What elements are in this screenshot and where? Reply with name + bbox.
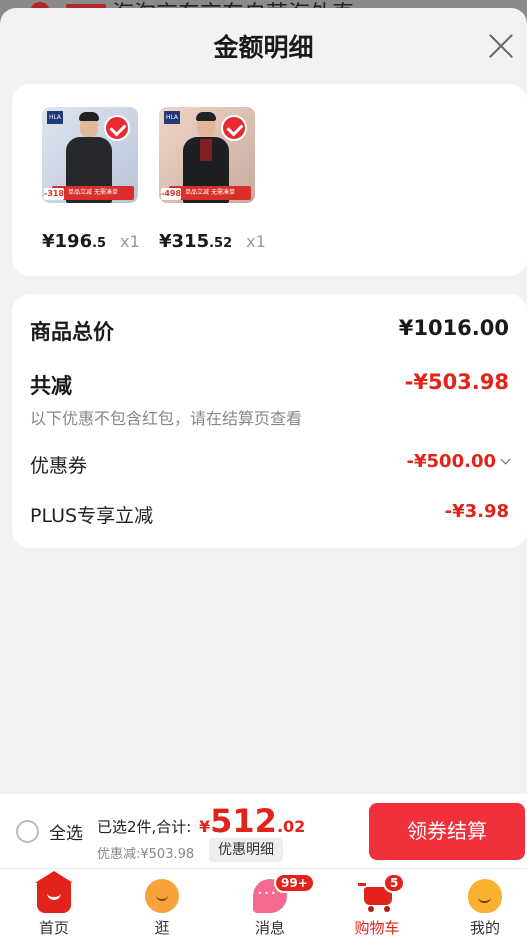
discount-note: 以下优惠不包含红包，请在结算页查看 [30,409,303,428]
price-cut-tag: -498 [161,188,182,200]
cart-handle [358,883,366,886]
price-decimal: .52 [209,236,233,251]
tab-label: 逛 [154,919,170,937]
product-image[interactable]: HLA 单品立减 无需凑单 -498 [159,107,255,203]
coupon-amount: -¥500.00 [406,451,496,472]
total-currency: ¥ [199,817,211,836]
plus-discount-row: PLUS专享立减 -¥3.98 [30,501,509,529]
product-price: ¥196.5 x1 [42,231,140,252]
coupon-label: 优惠券 [30,455,88,477]
tab-label: 消息 [254,919,285,937]
discount-summary-text: 优惠减:¥503.98 [97,847,195,862]
tab-label: 我的 [469,919,500,937]
tab-cart[interactable]: 5 购物车 [337,869,417,944]
product-price: ¥315.52 x1 [159,231,266,252]
tab-label: 首页 [38,919,69,937]
checked-icon[interactable] [221,115,247,141]
profile-icon [468,879,502,913]
price-cut-tag: -318 [44,188,65,200]
coupon-row[interactable]: 优惠券 -¥500.00 [30,451,511,479]
checked-icon[interactable] [104,115,130,141]
tab-label: 购物车 [354,919,400,937]
checkout-bar: 全选 已选2件,合计: ¥512.02 优惠减:¥503.98 优惠明细 领券结… [0,794,527,868]
discount-row: 共减 -¥503.98 [30,370,509,400]
total-price-row: 商品总价 ¥1016.00 [30,316,509,346]
checkout-button[interactable]: 领券结算 [369,803,525,860]
price-decimal: .5 [92,236,107,251]
cart-badge: 5 [383,873,406,893]
price-integer: ¥196 [42,231,93,252]
product-list: HLA 单品立减 无需凑单 -318 ¥196.5 x1 HLA 单品立减 无需凑… [12,84,527,276]
bottom-tab-bar: 首页 逛 99+ 消息 5 购物车 我的 [0,868,527,944]
total-amount: ¥512.02 [199,802,305,840]
close-icon[interactable] [487,32,515,60]
model-inner-shirt [200,139,212,161]
promo-banner: 单品立减 无需凑单 [52,186,134,200]
message-badge: 99+ [274,873,315,893]
sheet-title: 金额明细 [213,33,314,62]
model-hair [196,112,216,121]
plus-discount-value: -¥3.98 [444,501,509,522]
chevron-down-icon[interactable] [500,454,511,465]
plus-discount-label: PLUS专享立减 [30,505,154,527]
home-icon [35,871,73,913]
discount-detail-button[interactable]: 优惠明细 [209,838,283,862]
select-all-label[interactable]: 全选 [49,819,83,844]
tab-messages[interactable]: 99+ 消息 [230,869,315,944]
tab-profile[interactable]: 我的 [445,869,525,944]
product-quantity: x1 [246,232,266,251]
product-item[interactable]: HLA 单品立减 无需凑单 -318 ¥196.5 x1 [42,107,140,252]
price-summary: 商品总价 ¥1016.00 共减 -¥503.98 以下优惠不包含红包，请在结算… [12,294,527,548]
price-integer: ¥315 [159,231,210,252]
discount-label: 共减 [30,374,72,398]
brand-logo: HLA [164,111,180,124]
product-quantity: x1 [120,232,140,251]
cart-wheel [368,906,374,912]
cart-wheel [384,906,390,912]
select-all-radio[interactable] [16,820,39,843]
brand-logo: HLA [47,111,63,124]
model-hair [79,112,99,121]
tab-browse[interactable]: 逛 [122,869,202,944]
promo-banner: 单品立减 无需凑单 [169,186,251,200]
selected-count-text: 已选2件,合计: [97,818,192,836]
tab-home[interactable]: 首页 [14,869,94,944]
total-decimal: .02 [276,817,306,836]
total-integer: 512 [210,802,277,840]
product-image[interactable]: HLA 单品立减 无需凑单 -318 [42,107,138,203]
coupon-value[interactable]: -¥500.00 [406,451,511,472]
total-price-label: 商品总价 [30,320,114,344]
discount-value: -¥503.98 [404,370,509,394]
total-price-value: ¥1016.00 [398,316,509,340]
product-item[interactable]: HLA 单品立减 无需凑单 -498 ¥315.52 x1 [159,107,266,252]
browse-icon [145,879,179,913]
